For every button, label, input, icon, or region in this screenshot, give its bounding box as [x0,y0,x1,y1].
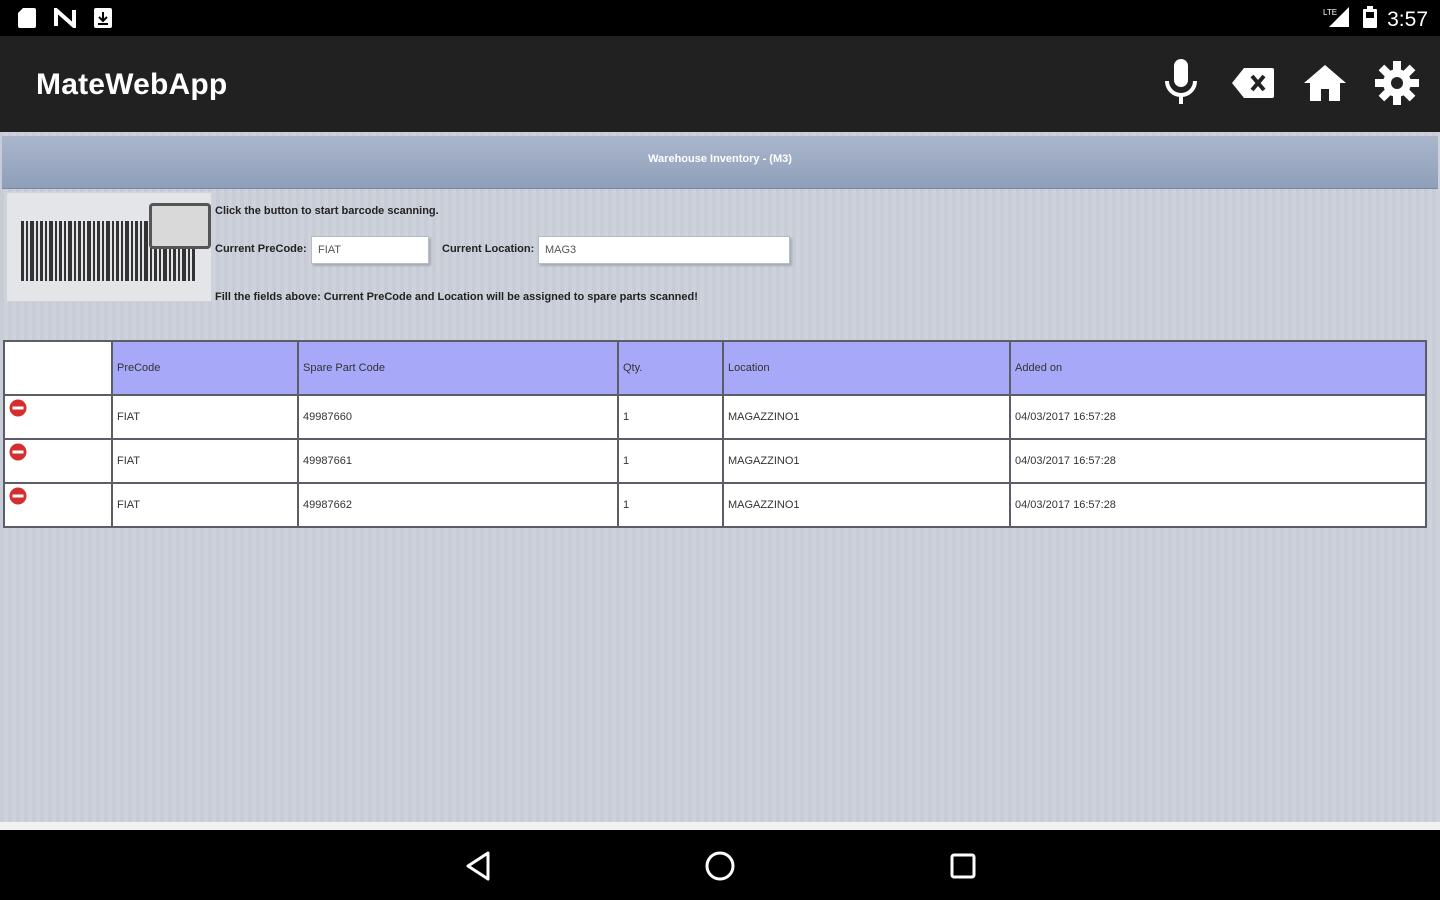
delete-row-icon[interactable] [9,399,27,417]
delete-row-icon[interactable] [9,487,27,505]
column-header-precode[interactable]: PreCode [111,340,299,396]
back-icon [466,851,490,881]
recents-button[interactable] [941,844,985,888]
cell-qty: 1 [617,394,724,440]
scanner-icon [149,203,211,249]
cell-location: MAGAZZINO1 [722,394,1011,440]
cell-spare-part-code: 49987661 [297,438,619,484]
location-input[interactable] [538,236,790,264]
cell-location: MAGAZZINO1 [722,482,1011,528]
row-actions-cell [3,394,113,440]
content-bottom-edge [0,822,1440,830]
cell-added-on: 04/03/2017 16:57:28 [1009,438,1427,484]
backspace-icon [1232,68,1274,98]
recents-icon [950,853,976,879]
column-header-actions [3,340,113,396]
cell-precode: FIAT [111,394,299,440]
table-header-row: PreCode Spare Part Code Qty. Location Ad… [3,340,1427,396]
app-bar: MateWebApp [0,36,1440,132]
scan-barcode-button[interactable] [6,192,212,302]
app-actions [1158,58,1420,108]
cell-precode: FIAT [111,482,299,528]
microphone-icon [1165,59,1197,104]
clock-time: 3:57 [1387,8,1428,31]
nfc-icon [54,7,76,29]
backspace-button[interactable] [1230,58,1276,108]
status-bar: LTE 3:57 [0,0,1440,36]
main-content: Warehouse Inventory - (M3) Click the but… [0,132,1440,822]
column-header-added-on[interactable]: Added on [1009,340,1427,396]
status-right: LTE 3:57 [1323,5,1428,35]
column-header-spare-part-code[interactable]: Spare Part Code [297,340,619,396]
home-icon [1304,65,1346,101]
cell-spare-part-code: 49987662 [297,482,619,528]
fill-fields-hint: Fill the fields above: Current PreCode a… [215,291,698,303]
microphone-button[interactable] [1158,58,1204,108]
table-row: FIAT 49987661 1 MAGAZZINO1 04/03/2017 16… [3,438,1427,484]
row-actions-cell [3,438,113,484]
cell-location: MAGAZZINO1 [722,438,1011,484]
table-row: FIAT 49987662 1 MAGAZZINO1 04/03/2017 16… [3,482,1427,528]
home-button[interactable] [1302,58,1348,108]
column-header-qty[interactable]: Qty. [617,340,724,396]
cell-added-on: 04/03/2017 16:57:28 [1009,482,1427,528]
settings-button[interactable] [1374,58,1420,108]
location-label: Current Location: [442,243,535,255]
cell-precode: FIAT [111,438,299,484]
cell-added-on: 04/03/2017 16:57:28 [1009,394,1427,440]
row-actions-cell [3,482,113,528]
battery-icon [1363,6,1378,34]
app-title: MateWebApp [36,68,228,101]
download-icon [92,7,114,29]
precode-label: Current PreCode: [215,243,307,255]
column-header-location[interactable]: Location [722,340,1011,396]
scan-hint: Click the button to start barcode scanni… [215,205,439,217]
inventory-table: PreCode Spare Part Code Qty. Location Ad… [3,340,1427,528]
page-header: Warehouse Inventory - (M3) [2,136,1438,189]
status-left-icons [16,7,114,29]
precode-input[interactable] [311,236,429,264]
home-nav-button[interactable] [698,844,742,888]
page-title: Warehouse Inventory - (M3) [648,153,792,165]
settings-icon [1375,61,1419,105]
back-button[interactable] [456,844,500,888]
cell-spare-part-code: 49987660 [297,394,619,440]
signal-icon: LTE [1323,5,1353,35]
sd-card-icon [16,7,38,29]
delete-row-icon[interactable] [9,443,27,461]
network-type-label: LTE [1323,8,1337,17]
cell-qty: 1 [617,438,724,484]
cell-qty: 1 [617,482,724,528]
home-circle-icon [705,851,735,881]
navigation-bar [0,830,1440,900]
table-row: FIAT 49987660 1 MAGAZZINO1 04/03/2017 16… [3,394,1427,440]
